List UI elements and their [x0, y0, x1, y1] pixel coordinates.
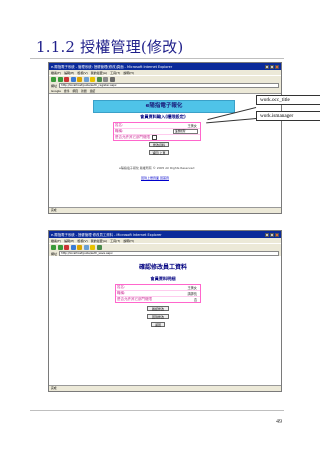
home-icon[interactable] — [77, 77, 82, 82]
window-titlebar: e-陽指電子系統 - 管理系統: 授權管理(修改)頁面 - Microsoft … — [49, 63, 281, 70]
minimize-button[interactable] — [265, 232, 269, 237]
menu-help[interactable]: 說明(H) — [123, 71, 134, 75]
close-button[interactable] — [275, 64, 279, 69]
refresh-icon[interactable] — [70, 245, 76, 250]
return-button[interactable]: 返回 — [151, 322, 165, 327]
confirm-table: 姓名: 王美女 職稱: 講師長 是否允許其它部門權限 否 — [115, 284, 201, 303]
menu-file[interactable]: 檔案(F) — [51, 71, 61, 75]
title-label: 職稱: — [115, 129, 124, 133]
address-bar: 網址 http://localhost/pubs/auth_register.a… — [49, 82, 281, 89]
maximize-button[interactable] — [270, 232, 274, 237]
footer-links[interactable]: 回到上層頁面 回首頁 — [141, 176, 169, 180]
window-title: e-陽指電子系統 - 管理系統: 授權管理(修改)頁面 - Microsoft … — [51, 65, 173, 69]
name-value: 王美女 — [187, 286, 197, 290]
home-icon[interactable] — [77, 245, 82, 250]
ismanager-checkbox[interactable] — [152, 135, 157, 140]
row-manager: 是否允許其它部門權限 — [114, 135, 200, 140]
address-input[interactable]: http://localhost/pubs/auth_register.aspx — [59, 82, 279, 89]
screenshot-confirm: e-陽指電子系統 - 授權管理 修改員工資料 - Microsoft Inter… — [48, 230, 282, 392]
menu-edit[interactable]: 編輯(E) — [64, 239, 74, 243]
history-icon[interactable] — [96, 77, 102, 82]
stop-icon[interactable] — [64, 77, 69, 82]
forward-icon[interactable] — [57, 245, 63, 250]
refresh-icon[interactable] — [70, 77, 76, 82]
title-value: 講師長 — [187, 292, 197, 296]
links-link[interactable]: 連結 — [90, 89, 96, 93]
ismanager-label: 是否允許其它部門權限 — [117, 297, 152, 301]
window-title: e-陽指電子系統 - 授權管理 修改員工資料 - Microsoft Inter… — [51, 233, 162, 237]
page-viewport: 確認修改員工資料 會員資料明細 姓名: 王美女 職稱: 講師長 是否允許其它部門… — [49, 256, 281, 380]
menu-help[interactable]: 說明(H) — [123, 239, 134, 243]
google-toolbar[interactable]: Google — [51, 89, 61, 93]
again-button[interactable]: 回到修改 — [147, 314, 169, 319]
menu-favorites[interactable]: 我的最愛(A) — [91, 71, 107, 75]
status-bar: 完成 — [49, 207, 281, 213]
modify-button[interactable]: 修改資料 — [149, 142, 169, 147]
confirm-button[interactable]: 確認修改 — [147, 306, 169, 311]
close-button[interactable] — [275, 232, 279, 237]
name-value: 王美女 — [187, 124, 197, 128]
confirm-heading: 確認修改員工資料 — [138, 264, 187, 271]
history-icon[interactable] — [96, 245, 102, 250]
search-icon[interactable] — [83, 245, 89, 250]
search-link[interactable]: 搜尋 — [64, 89, 70, 93]
ismanager-label: 是否允許其它部門權限 — [115, 135, 150, 139]
back-icon[interactable] — [51, 245, 56, 250]
back-button[interactable]: 返回 上頁 — [149, 150, 169, 155]
detail-subtitle: 會員資料明細 — [150, 276, 176, 281]
callout-occ-title: work.occ_title — [256, 95, 320, 105]
menu-file[interactable]: 檔案(F) — [51, 239, 61, 243]
menu-tools[interactable]: 工具(T) — [110, 71, 120, 75]
menu-edit[interactable]: 編輯(E) — [64, 71, 74, 75]
print-icon[interactable] — [109, 77, 115, 82]
forward-icon[interactable] — [57, 77, 63, 82]
site-banner: e陽指電子報化 — [93, 100, 235, 113]
page-heading: 1.1.2 授權管理(修改) — [36, 38, 184, 56]
status-bar: 完成 — [49, 385, 281, 391]
favorites-icon[interactable] — [90, 245, 95, 250]
web-link[interactable]: 網頁 — [72, 89, 78, 93]
back-icon[interactable] — [51, 77, 56, 82]
name-label: 姓名: — [117, 285, 126, 289]
favorites-icon[interactable] — [90, 77, 95, 82]
menu-favorites[interactable]: 我的最愛(A) — [91, 239, 107, 243]
callout-ismanager: work.ismanager — [256, 111, 320, 121]
occ-title-select[interactable]: 業務經理 — [173, 128, 198, 135]
window-titlebar: e-陽指電子系統 - 授權管理 修改員工資料 - Microsoft Inter… — [49, 231, 281, 238]
menu-view[interactable]: 檢視(V) — [77, 239, 87, 243]
stop-icon[interactable] — [64, 245, 69, 250]
maximize-button[interactable] — [270, 64, 274, 69]
news-link[interactable]: 新聞 — [81, 89, 87, 93]
menu-view[interactable]: 檢視(V) — [77, 71, 87, 75]
screenshot-register: e-陽指電子系統 - 管理系統: 授權管理(修改)頁面 - Microsoft … — [48, 62, 282, 214]
ismanager-value: 否 — [193, 298, 197, 302]
auth-form: 姓名: 王美女 職稱: 業務經理 是否允許其它部門權限 — [113, 122, 201, 141]
copyright: e陽指電子報化 版權所有 © 2005 All Rights Reserved — [119, 166, 195, 170]
row-manager: 是否允許其它部門權限 否 — [116, 297, 200, 302]
address-label: 網址 — [51, 251, 58, 256]
footer-rule — [30, 410, 284, 411]
search-icon[interactable] — [83, 77, 89, 82]
page-viewport: e陽指電子報化 會員資料輸入(權限設定) 姓名: 王美女 職稱: 業務經理 是否… — [49, 94, 281, 204]
page-number: 49 — [276, 419, 282, 425]
name-label: 姓名: — [115, 123, 124, 127]
menu-tools[interactable]: 工具(T) — [110, 239, 120, 243]
minimize-button[interactable] — [265, 64, 269, 69]
heading-rule — [30, 58, 284, 59]
address-label: 網址 — [51, 83, 58, 88]
title-label: 職稱: — [117, 291, 126, 295]
mail-icon[interactable] — [103, 77, 108, 82]
